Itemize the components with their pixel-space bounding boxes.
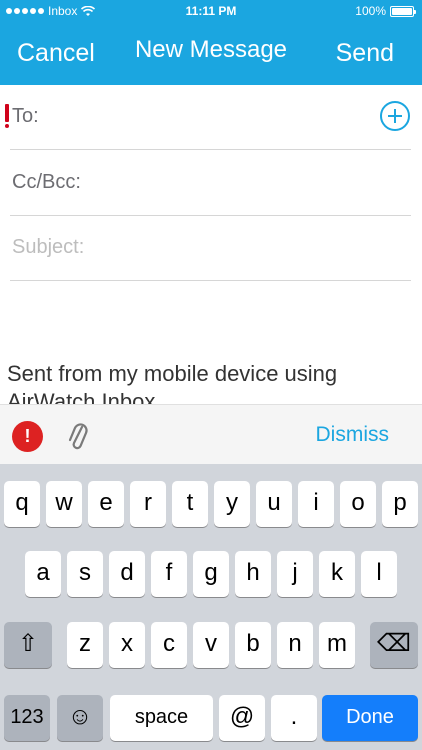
delete-key[interactable]: ⌫ xyxy=(370,622,418,668)
battery-percent: 100% xyxy=(355,4,386,18)
keyboard-row-4: 123 ☺ space @ . Done xyxy=(0,695,422,741)
key-h[interactable]: h xyxy=(235,551,271,597)
space-key[interactable]: space xyxy=(110,695,213,741)
done-key[interactable]: Done xyxy=(322,695,418,741)
key-s[interactable]: s xyxy=(67,551,103,597)
at-key[interactable]: @ xyxy=(219,695,265,741)
shift-key[interactable]: ⇧ xyxy=(4,622,52,668)
message-body[interactable]: Sent from my mobile device using AirWatc… xyxy=(7,360,417,404)
key-e[interactable]: e xyxy=(88,481,124,527)
to-field[interactable]: To: xyxy=(10,85,411,150)
keyboard-row-3: ⇧ z x c v b n m ⌫ xyxy=(0,622,422,668)
key-l[interactable]: l xyxy=(361,551,397,597)
compose-action-bar: ! Dismiss xyxy=(0,404,422,464)
key-u[interactable]: u xyxy=(256,481,292,527)
navigation-header: Inbox 11:11 PM 100% Cancel New Message S… xyxy=(0,0,422,85)
battery-icon xyxy=(390,5,416,17)
key-t[interactable]: t xyxy=(172,481,208,527)
cc-bcc-label: Cc/Bcc: xyxy=(12,171,81,193)
keyboard-row-2: a s d f g h j k l xyxy=(0,551,422,597)
key-p[interactable]: p xyxy=(382,481,418,527)
key-c[interactable]: c xyxy=(151,622,187,668)
key-i[interactable]: i xyxy=(298,481,334,527)
key-r[interactable]: r xyxy=(130,481,166,527)
key-q[interactable]: q xyxy=(4,481,40,527)
key-w[interactable]: w xyxy=(46,481,82,527)
emoji-key[interactable]: ☺ xyxy=(57,695,103,741)
send-button[interactable]: Send xyxy=(336,39,394,68)
cc-bcc-field[interactable]: Cc/Bcc: xyxy=(10,151,411,216)
status-bar: Inbox 11:11 PM 100% xyxy=(0,0,422,22)
keyboard-row-1: q w e r t y u i o p xyxy=(0,481,422,527)
key-n[interactable]: n xyxy=(277,622,313,668)
status-right: 100% xyxy=(355,4,416,18)
key-d[interactable]: d xyxy=(109,551,145,597)
key-m[interactable]: m xyxy=(319,622,355,668)
key-a[interactable]: a xyxy=(25,551,61,597)
keyboard: q w e r t y u i o p a s d f g h j k l ⇧ … xyxy=(0,464,422,750)
key-k[interactable]: k xyxy=(319,551,355,597)
subject-field[interactable]: Subject: xyxy=(10,216,411,281)
key-z[interactable]: z xyxy=(67,622,103,668)
subject-placeholder: Subject: xyxy=(12,236,85,258)
period-key[interactable]: . xyxy=(271,695,317,741)
paperclip-icon[interactable] xyxy=(67,419,89,453)
key-b[interactable]: b xyxy=(235,622,271,668)
priority-warning-icon[interactable]: ! xyxy=(12,421,43,452)
key-v[interactable]: v xyxy=(193,622,229,668)
key-o[interactable]: o xyxy=(340,481,376,527)
key-y[interactable]: y xyxy=(214,481,250,527)
dismiss-button[interactable]: Dismiss xyxy=(316,423,390,447)
add-recipient-icon[interactable] xyxy=(380,101,410,131)
to-label: To: xyxy=(12,105,39,127)
key-g[interactable]: g xyxy=(193,551,229,597)
key-x[interactable]: x xyxy=(109,622,145,668)
numbers-key[interactable]: 123 xyxy=(4,695,50,741)
key-j[interactable]: j xyxy=(277,551,313,597)
key-f[interactable]: f xyxy=(151,551,187,597)
